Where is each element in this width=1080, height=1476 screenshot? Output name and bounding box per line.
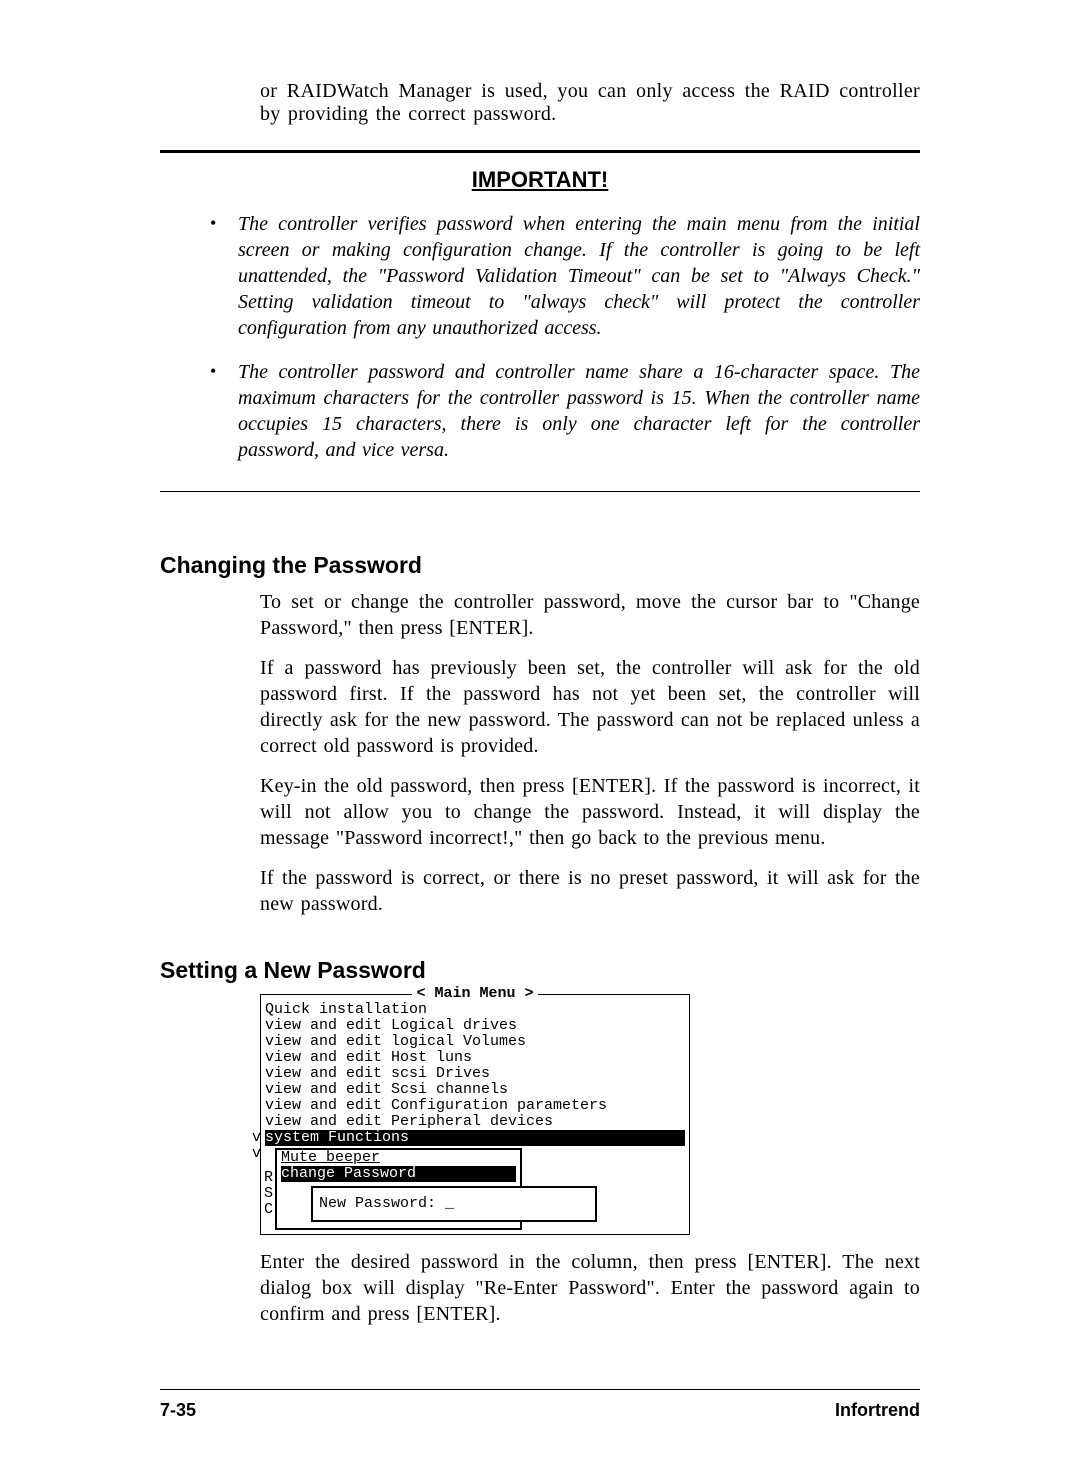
section-heading-setting-new-password: Setting a New Password [160, 957, 920, 984]
bullet-item: • The controller verifies password when … [210, 211, 920, 341]
page-footer: 7-35 Infortrend [160, 1389, 920, 1421]
body-paragraph: If the password is correct, or there is … [260, 865, 920, 917]
submenu-change-password: change Password [281, 1166, 516, 1182]
footer-brand: Infortrend [835, 1400, 920, 1421]
bullet-text: The controller password and controller n… [238, 359, 920, 463]
important-block: IMPORTANT! • The controller verifies pas… [160, 150, 920, 492]
bullet-item: • The controller password and controller… [210, 359, 920, 463]
terminal-submenu: R S C Mute beeper change Password New Pa… [275, 1148, 522, 1230]
body-paragraph: Enter the desired password in the column… [260, 1249, 920, 1327]
terminal-screenshot: < Main Menu > Quick installation view an… [260, 994, 690, 1235]
terminal-side-letters: v v [252, 1130, 261, 1162]
body-paragraph: If a password has previously been set, t… [260, 655, 920, 759]
terminal-line-highlighted: system Functions [265, 1130, 685, 1146]
important-heading: IMPORTANT! [160, 167, 920, 193]
terminal-line: view and edit logical Volumes [265, 1034, 685, 1050]
terminal-side-letters: R S C [264, 1170, 273, 1218]
section-heading-changing-password: Changing the Password [160, 552, 920, 579]
terminal-line: view and edit Scsi channels [265, 1082, 685, 1098]
terminal-line: view and edit scsi Drives [265, 1066, 685, 1082]
terminal-line: view and edit Host luns [265, 1050, 685, 1066]
bullet-text: The controller verifies password when en… [238, 211, 920, 341]
body-paragraph: Key-in the old password, then press [ENT… [260, 773, 920, 851]
bullet-dot: • [210, 211, 238, 341]
bullet-dot: • [210, 359, 238, 463]
submenu-mute-beeper: Mute beeper [281, 1150, 516, 1166]
terminal-title: < Main Menu > [412, 985, 537, 1002]
intro-paragraph: or RAIDWatch Manager is used, you can on… [260, 80, 920, 126]
new-password-box: New Password: _ [311, 1186, 597, 1222]
terminal-line: view and edit Peripheral devices [265, 1114, 685, 1130]
terminal-line: view and edit Configuration parameters [265, 1098, 685, 1114]
page-number: 7-35 [160, 1400, 196, 1421]
new-password-label: New Password: _ [319, 1195, 454, 1212]
terminal-line: Quick installation [265, 1002, 685, 1018]
body-paragraph: To set or change the controller password… [260, 589, 920, 641]
terminal-line: view and edit Logical drives [265, 1018, 685, 1034]
